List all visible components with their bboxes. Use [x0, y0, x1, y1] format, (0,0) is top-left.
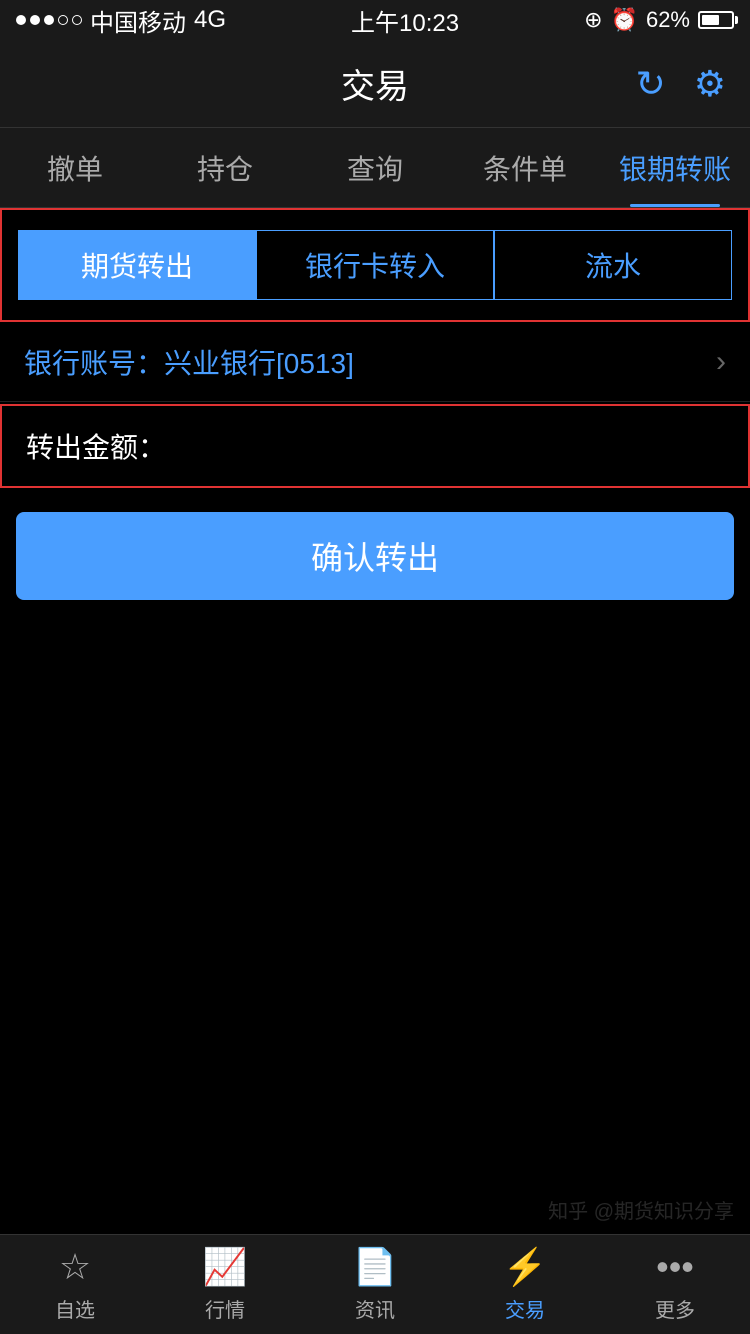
header: 交易 ↻ ⚙ — [0, 40, 750, 128]
tab-撤单-label: 撤单 — [47, 148, 103, 188]
dot4 — [58, 15, 68, 25]
nav-item-交易[interactable]: ⚡ 交易 — [450, 1246, 600, 1323]
bank-account-text: 银行账号：兴业银行[0513] — [24, 342, 354, 382]
bottom-nav: ☆ 自选 📈 行情 📄 资讯 ⚡ 交易 ••• 更多 — [0, 1234, 750, 1334]
sub-tabs: 期货转出 银行卡转入 流水 — [0, 208, 750, 322]
nav-item-自选[interactable]: ☆ 自选 — [0, 1246, 150, 1323]
content: 银行账号：兴业银行[0513] › 转出金额： 确认转出 — [0, 322, 750, 600]
nav-label-资讯: 资讯 — [355, 1294, 395, 1323]
battery-percent: 62% — [646, 7, 690, 33]
status-bar: 中国移动 4G 上午10:23 ⊕ ⏰ 62% — [0, 0, 750, 40]
page-title: 交易 — [341, 59, 409, 108]
tab-查询-label: 查询 — [347, 148, 403, 188]
tab-银期转账-label: 银期转账 — [619, 148, 731, 188]
dot1 — [16, 15, 26, 25]
trade-icon: ⚡ — [503, 1246, 548, 1288]
battery-fill — [702, 15, 719, 25]
nav-item-行情[interactable]: 📈 行情 — [150, 1246, 300, 1323]
news-icon: 📄 — [353, 1246, 398, 1288]
status-right: ⊕ ⏰ 62% — [584, 7, 734, 33]
tab-银期转账[interactable]: 银期转账 — [600, 128, 750, 207]
settings-icon[interactable]: ⚙ — [694, 63, 726, 105]
sub-tab-流水[interactable]: 流水 — [494, 230, 732, 300]
tab-条件单-label: 条件单 — [483, 148, 567, 188]
bank-account-row[interactable]: 银行账号：兴业银行[0513] › — [0, 322, 750, 402]
transfer-amount-input[interactable] — [174, 430, 724, 462]
time-label: 上午10:23 — [351, 3, 459, 38]
nav-label-自选: 自选 — [55, 1294, 95, 1323]
nav-label-交易: 交易 — [505, 1294, 545, 1323]
dot2 — [30, 15, 40, 25]
refresh-icon[interactable]: ↻ — [636, 63, 666, 105]
sub-tab-期货转出[interactable]: 期货转出 — [18, 230, 256, 300]
status-left: 中国移动 4G — [16, 3, 226, 38]
tab-持仓[interactable]: 持仓 — [150, 128, 300, 207]
nav-label-行情: 行情 — [205, 1294, 245, 1323]
sub-tab-银行卡转入[interactable]: 银行卡转入 — [256, 230, 494, 300]
tab-查询[interactable]: 查询 — [300, 128, 450, 207]
network-label: 4G — [194, 6, 226, 34]
chart-icon: 📈 — [203, 1246, 248, 1288]
chevron-right-icon: › — [716, 345, 726, 379]
more-icon: ••• — [656, 1246, 694, 1288]
transfer-amount-label: 转出金额： — [26, 426, 166, 466]
header-icons: ↻ ⚙ — [636, 63, 726, 105]
nav-item-资讯[interactable]: 📄 资讯 — [300, 1246, 450, 1323]
battery-icon — [698, 11, 734, 29]
location-icon: ⊕ — [584, 7, 602, 33]
star-icon: ☆ — [59, 1246, 91, 1288]
carrier-label: 中国移动 — [90, 3, 186, 38]
nav-item-更多[interactable]: ••• 更多 — [600, 1246, 750, 1323]
transfer-amount-row: 转出金额： — [0, 404, 750, 488]
tab-撤单[interactable]: 撤单 — [0, 128, 150, 207]
nav-label-更多: 更多 — [655, 1294, 695, 1323]
alarm-icon: ⏰ — [611, 7, 638, 33]
dot3 — [44, 15, 54, 25]
signal-dots — [16, 15, 82, 25]
sub-tab-期货转出-label: 期货转出 — [81, 245, 193, 285]
dot5 — [72, 15, 82, 25]
sub-tab-流水-label: 流水 — [585, 245, 641, 285]
top-tabs: 撤单 持仓 查询 条件单 银期转账 — [0, 128, 750, 208]
sub-tab-银行卡转入-label: 银行卡转入 — [305, 245, 445, 285]
tab-持仓-label: 持仓 — [197, 148, 253, 188]
confirm-transfer-button[interactable]: 确认转出 — [16, 512, 734, 600]
watermark: 知乎 @期货知识分享 — [548, 1195, 734, 1224]
bank-account-highlight: [0513] — [276, 348, 354, 379]
bank-account-prefix: 银行账号：兴业银行 — [24, 348, 276, 379]
tab-条件单[interactable]: 条件单 — [450, 128, 600, 207]
confirm-transfer-label: 确认转出 — [311, 533, 439, 579]
